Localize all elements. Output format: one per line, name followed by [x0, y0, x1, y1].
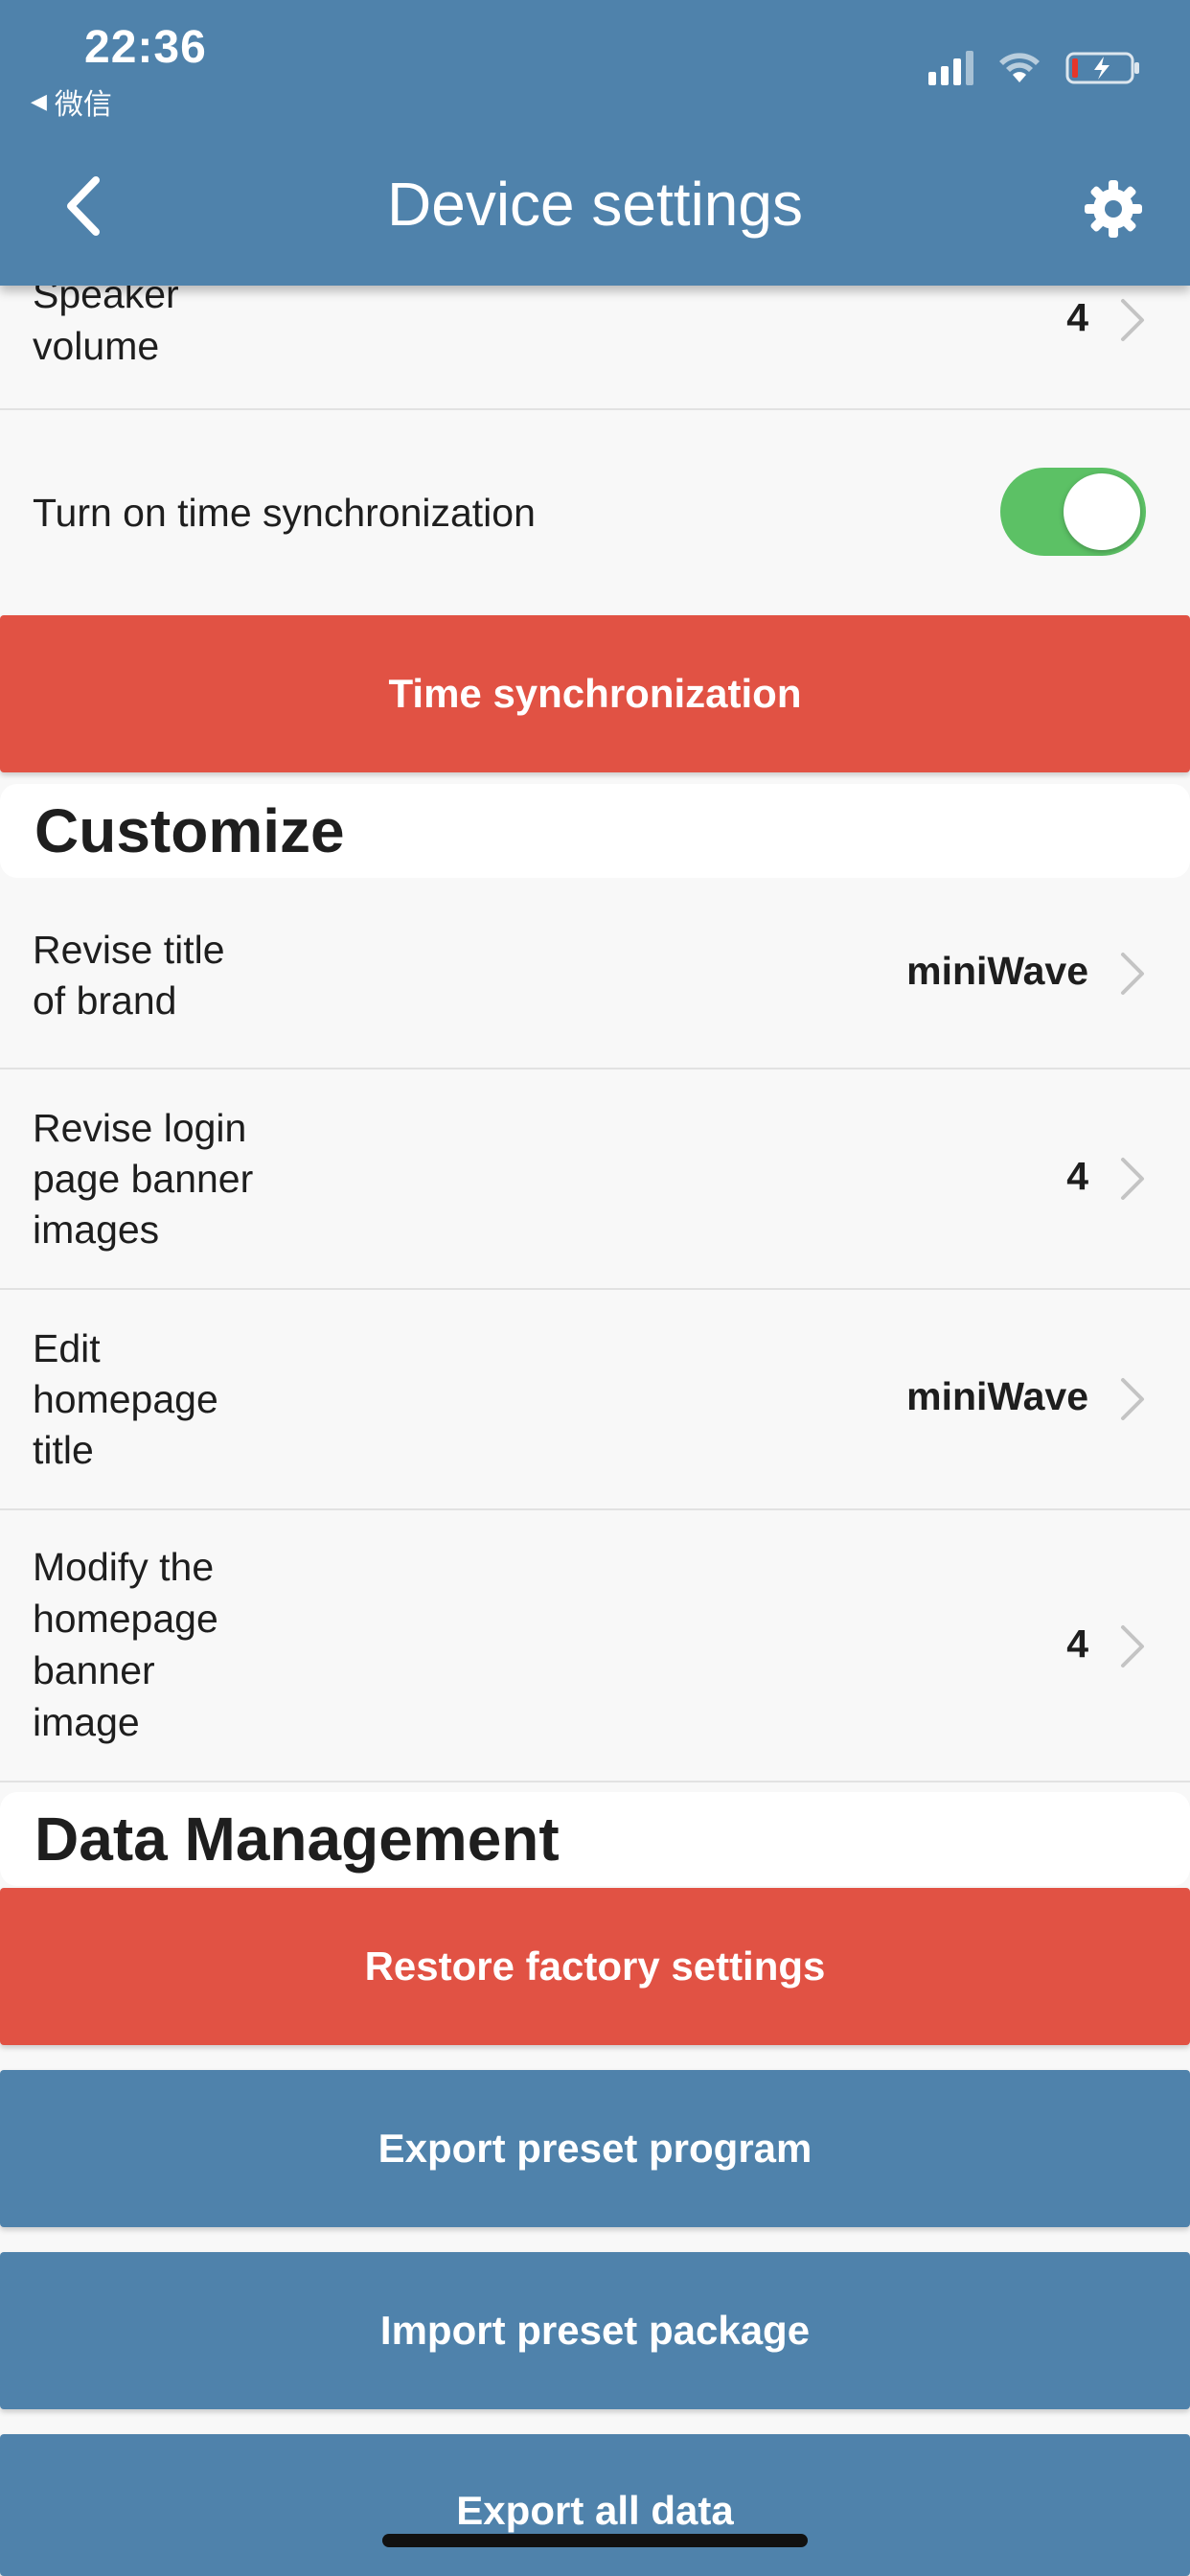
chevron-right-icon — [1121, 1158, 1144, 1200]
section-customize: Customize — [0, 784, 1190, 878]
row-label-line: image — [33, 1700, 140, 1744]
import-preset-button[interactable]: Import preset package — [0, 2252, 1190, 2409]
chevron-right-icon — [1121, 1378, 1144, 1420]
status-back-to-app[interactable]: ◀ 微信 — [31, 80, 112, 123]
chevron-right-icon — [1121, 953, 1144, 995]
row-label-line: page banner — [33, 1157, 254, 1201]
row-label-line: homepage — [33, 1377, 218, 1421]
status-back-label: 微信 — [54, 89, 112, 121]
revise-brand-title-row[interactable]: Revise title of brand miniWave — [0, 878, 1190, 1070]
homepage-title-value: miniWave — [906, 1374, 1088, 1418]
revise-login-banner-row[interactable]: Revise login page banner images 4 — [0, 1070, 1190, 1290]
brand-title-value: miniWave — [906, 949, 1088, 993]
export-all-label: Export all data — [456, 2488, 734, 2533]
settings-button[interactable] — [1083, 178, 1144, 240]
export-all-button[interactable]: Export all data — [0, 2434, 1190, 2576]
speaker-volume-value: 4 — [1066, 295, 1088, 339]
home-indicator[interactable] — [382, 2534, 808, 2547]
row-label-line: Edit — [33, 1326, 101, 1370]
row-label-line: Modify the — [33, 1545, 215, 1589]
gear-icon — [1085, 180, 1142, 238]
restore-factory-button[interactable]: Restore factory settings — [0, 1888, 1190, 2045]
modify-homepage-banner-row[interactable]: Modify the homepage banner image 4 — [0, 1510, 1190, 1782]
row-label-line: homepage — [33, 1597, 218, 1641]
app-header: 22:36 ◀ 微信 Device settings — [0, 0, 1190, 286]
toggle-knob — [1064, 473, 1140, 550]
time-sync-button[interactable]: Time synchronization — [0, 615, 1190, 772]
row-label-line: Revise title — [33, 928, 225, 972]
chevron-right-icon — [1121, 299, 1144, 341]
back-triangle-icon: ◀ — [31, 89, 47, 113]
row-label-line: banner — [33, 1648, 155, 1692]
speaker-volume-label-line2: volume — [33, 324, 160, 368]
edit-homepage-title-row[interactable]: Edit homepage title miniWave — [0, 1290, 1190, 1510]
row-label-line: Revise login — [33, 1106, 247, 1150]
section-data-management: Data Management — [0, 1792, 1190, 1886]
time-sync-toggle-label: Turn on time synchronization — [33, 491, 536, 535]
homepage-banner-count: 4 — [1066, 1622, 1088, 1666]
wifi-icon — [998, 52, 1041, 84]
status-icons — [928, 50, 1142, 86]
battery-charging-icon — [1065, 50, 1142, 86]
chevron-right-icon — [1121, 1625, 1144, 1668]
status-time: 22:36 — [84, 22, 207, 73]
row-label-line: title — [33, 1428, 94, 1472]
export-preset-button[interactable]: Export preset program — [0, 2070, 1190, 2227]
login-banner-count: 4 — [1066, 1154, 1088, 1198]
page-title: Device settings — [387, 170, 803, 239]
time-sync-toggle-row: Turn on time synchronization — [0, 410, 1190, 615]
row-label-line: of brand — [33, 978, 177, 1023]
row-label-line: images — [33, 1208, 160, 1252]
cellular-signal-icon — [928, 51, 973, 85]
time-sync-toggle[interactable] — [1000, 468, 1146, 556]
